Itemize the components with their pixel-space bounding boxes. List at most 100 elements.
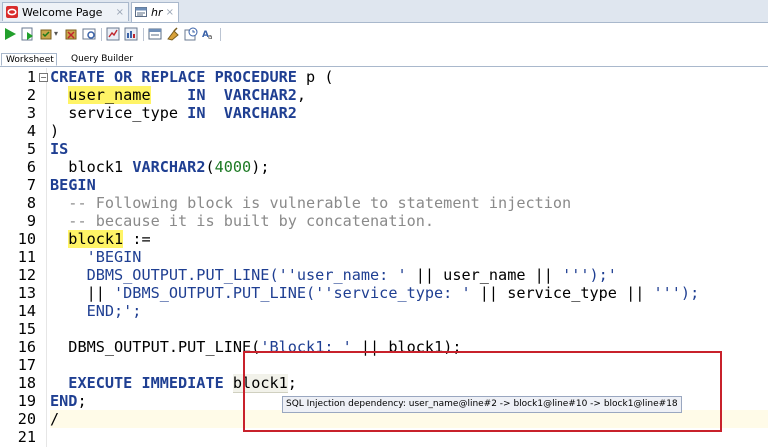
toolbar-separator bbox=[143, 28, 144, 41]
keyword: IN VARCHAR2 bbox=[187, 104, 297, 122]
keyword: IN VARCHAR2 bbox=[187, 86, 297, 104]
tab-worksheet[interactable]: Worksheet bbox=[1, 53, 57, 66]
comment: -- Following block is vulnerable to stat… bbox=[68, 194, 572, 212]
code-line-11: 'BEGIN bbox=[50, 248, 142, 266]
oracle-icon bbox=[6, 6, 18, 18]
sql-worksheet-icon bbox=[135, 7, 147, 17]
line-number: 10 bbox=[17, 230, 36, 248]
annotation-highlight-box bbox=[243, 351, 722, 432]
keyword: IS bbox=[50, 140, 69, 158]
explain-plan-icon[interactable] bbox=[82, 27, 96, 41]
string-literal: 'BEGIN bbox=[86, 248, 142, 266]
sql-worksheet-icon[interactable] bbox=[148, 27, 162, 41]
code-text: ( bbox=[205, 158, 215, 176]
code-line-13: || 'DBMS_OUTPUT.PUT_LINE(''service_type:… bbox=[50, 284, 700, 302]
code-text: ); bbox=[251, 158, 270, 176]
keyword: VARCHAR2 bbox=[132, 158, 206, 176]
line-number: 4 bbox=[26, 122, 36, 140]
line-number: 18 bbox=[17, 374, 36, 392]
close-icon[interactable]: × bbox=[166, 3, 174, 22]
line-number: 1 bbox=[26, 68, 36, 86]
code-line-20: / bbox=[50, 410, 60, 428]
line-number: 21 bbox=[17, 428, 36, 446]
code-line-1: CREATE OR REPLACE PROCEDURE p ( bbox=[50, 68, 333, 86]
sql-tuning-icon[interactable] bbox=[124, 27, 138, 41]
code-line-9: -- because it is built by concatenation. bbox=[50, 212, 434, 230]
tab-welcome-page-label: Welcome Page bbox=[22, 6, 103, 19]
code-text: service_type bbox=[68, 104, 188, 122]
line-number: 9 bbox=[26, 212, 36, 230]
code-line-12: DBMS_OUTPUT.PUT_LINE(''user_name: ' || u… bbox=[50, 266, 617, 284]
line-number: 13 bbox=[17, 284, 36, 302]
code-line-6: block1 VARCHAR2(4000); bbox=[50, 158, 270, 176]
line-number: 6 bbox=[26, 158, 36, 176]
fold-toggle-icon[interactable]: − bbox=[39, 73, 48, 82]
tab-query-builder[interactable]: Query Builder bbox=[71, 53, 133, 66]
string-literal: DBMS_OUTPUT.PUT_LINE(''user_name: ' bbox=[86, 266, 407, 284]
tab-hr[interactable]: hr × bbox=[131, 2, 179, 22]
tab-welcome-page[interactable]: Welcome Page × bbox=[2, 2, 129, 21]
code-line-19: END; bbox=[50, 392, 87, 410]
code-text: || user_name || bbox=[406, 266, 563, 284]
line-number: 3 bbox=[26, 104, 36, 122]
close-icon[interactable]: × bbox=[116, 3, 124, 22]
string-literal: ''');' bbox=[562, 266, 617, 284]
toolbar-separator bbox=[101, 28, 102, 41]
dropdown-arrow-icon[interactable]: ▾ bbox=[54, 27, 62, 41]
commit-icon[interactable] bbox=[39, 27, 53, 41]
string-literal: END;'; bbox=[86, 302, 142, 320]
code-line-3: service_type IN VARCHAR2 bbox=[50, 104, 297, 122]
code-line-7: BEGIN bbox=[50, 176, 96, 194]
format-icon[interactable]: Aa bbox=[202, 27, 216, 41]
code-text: DBMS_OUTPUT.PUT_LINE( bbox=[68, 338, 261, 356]
code-line-10: block1 := bbox=[50, 230, 151, 248]
history-icon[interactable] bbox=[184, 27, 198, 41]
run-statement-icon[interactable] bbox=[3, 27, 17, 41]
subtab-divider bbox=[0, 66, 768, 67]
code-text: , bbox=[296, 86, 307, 104]
string-literal: 'DBMS_OUTPUT.PUT_LINE(''service_type: ' bbox=[114, 284, 471, 302]
code-line-2: user_name IN VARCHAR2, bbox=[50, 86, 306, 104]
line-number: 12 bbox=[17, 266, 36, 284]
keyword: EXECUTE IMMEDIATE bbox=[68, 374, 224, 392]
svg-text:a: a bbox=[208, 33, 212, 41]
code-text: := bbox=[123, 230, 151, 248]
code-text: block1 bbox=[68, 158, 133, 176]
document-tab-bar: Welcome Page × hr × bbox=[0, 0, 768, 23]
line-number: 14 bbox=[17, 302, 36, 320]
line-number: 7 bbox=[26, 176, 36, 194]
highlighted-variable: user_name bbox=[68, 86, 151, 104]
keyword: CREATE OR REPLACE PROCEDURE bbox=[50, 68, 297, 86]
line-number: 15 bbox=[17, 320, 36, 338]
autotrace-icon[interactable] bbox=[106, 27, 120, 41]
highlighted-variable: block1 bbox=[68, 230, 124, 248]
string-literal: '''); bbox=[653, 284, 700, 302]
line-number: 17 bbox=[17, 356, 36, 374]
worksheet-toolbar: ▾ Aa bbox=[0, 23, 768, 46]
line-number: 5 bbox=[26, 140, 36, 158]
code-line-14: END;'; bbox=[50, 302, 142, 320]
clear-icon[interactable] bbox=[166, 27, 180, 41]
line-number: 16 bbox=[17, 338, 36, 356]
code-text: || service_type || bbox=[470, 284, 654, 302]
number-literal: 4000 bbox=[214, 158, 252, 176]
sql-injection-tooltip: SQL Injection dependency: user_name@line… bbox=[282, 396, 682, 413]
line-number: 11 bbox=[17, 248, 36, 266]
code-text: ; bbox=[77, 392, 87, 410]
editor-subtabs: Worksheet Query Builder bbox=[0, 53, 768, 67]
tab-hr-label: hr bbox=[151, 6, 163, 19]
keyword: BEGIN bbox=[50, 176, 96, 194]
toolbar-separator bbox=[220, 28, 221, 41]
rollback-icon[interactable] bbox=[64, 27, 78, 41]
comment: -- because it is built by concatenation. bbox=[68, 212, 435, 230]
line-number: 8 bbox=[26, 194, 36, 212]
run-script-icon[interactable] bbox=[21, 27, 35, 41]
code-line-5: IS bbox=[50, 140, 68, 158]
line-number: 20 bbox=[17, 410, 36, 428]
line-number: 2 bbox=[26, 86, 36, 104]
line-number: 19 bbox=[17, 392, 36, 410]
keyword: END bbox=[50, 392, 78, 410]
code-text: p ( bbox=[296, 68, 334, 86]
